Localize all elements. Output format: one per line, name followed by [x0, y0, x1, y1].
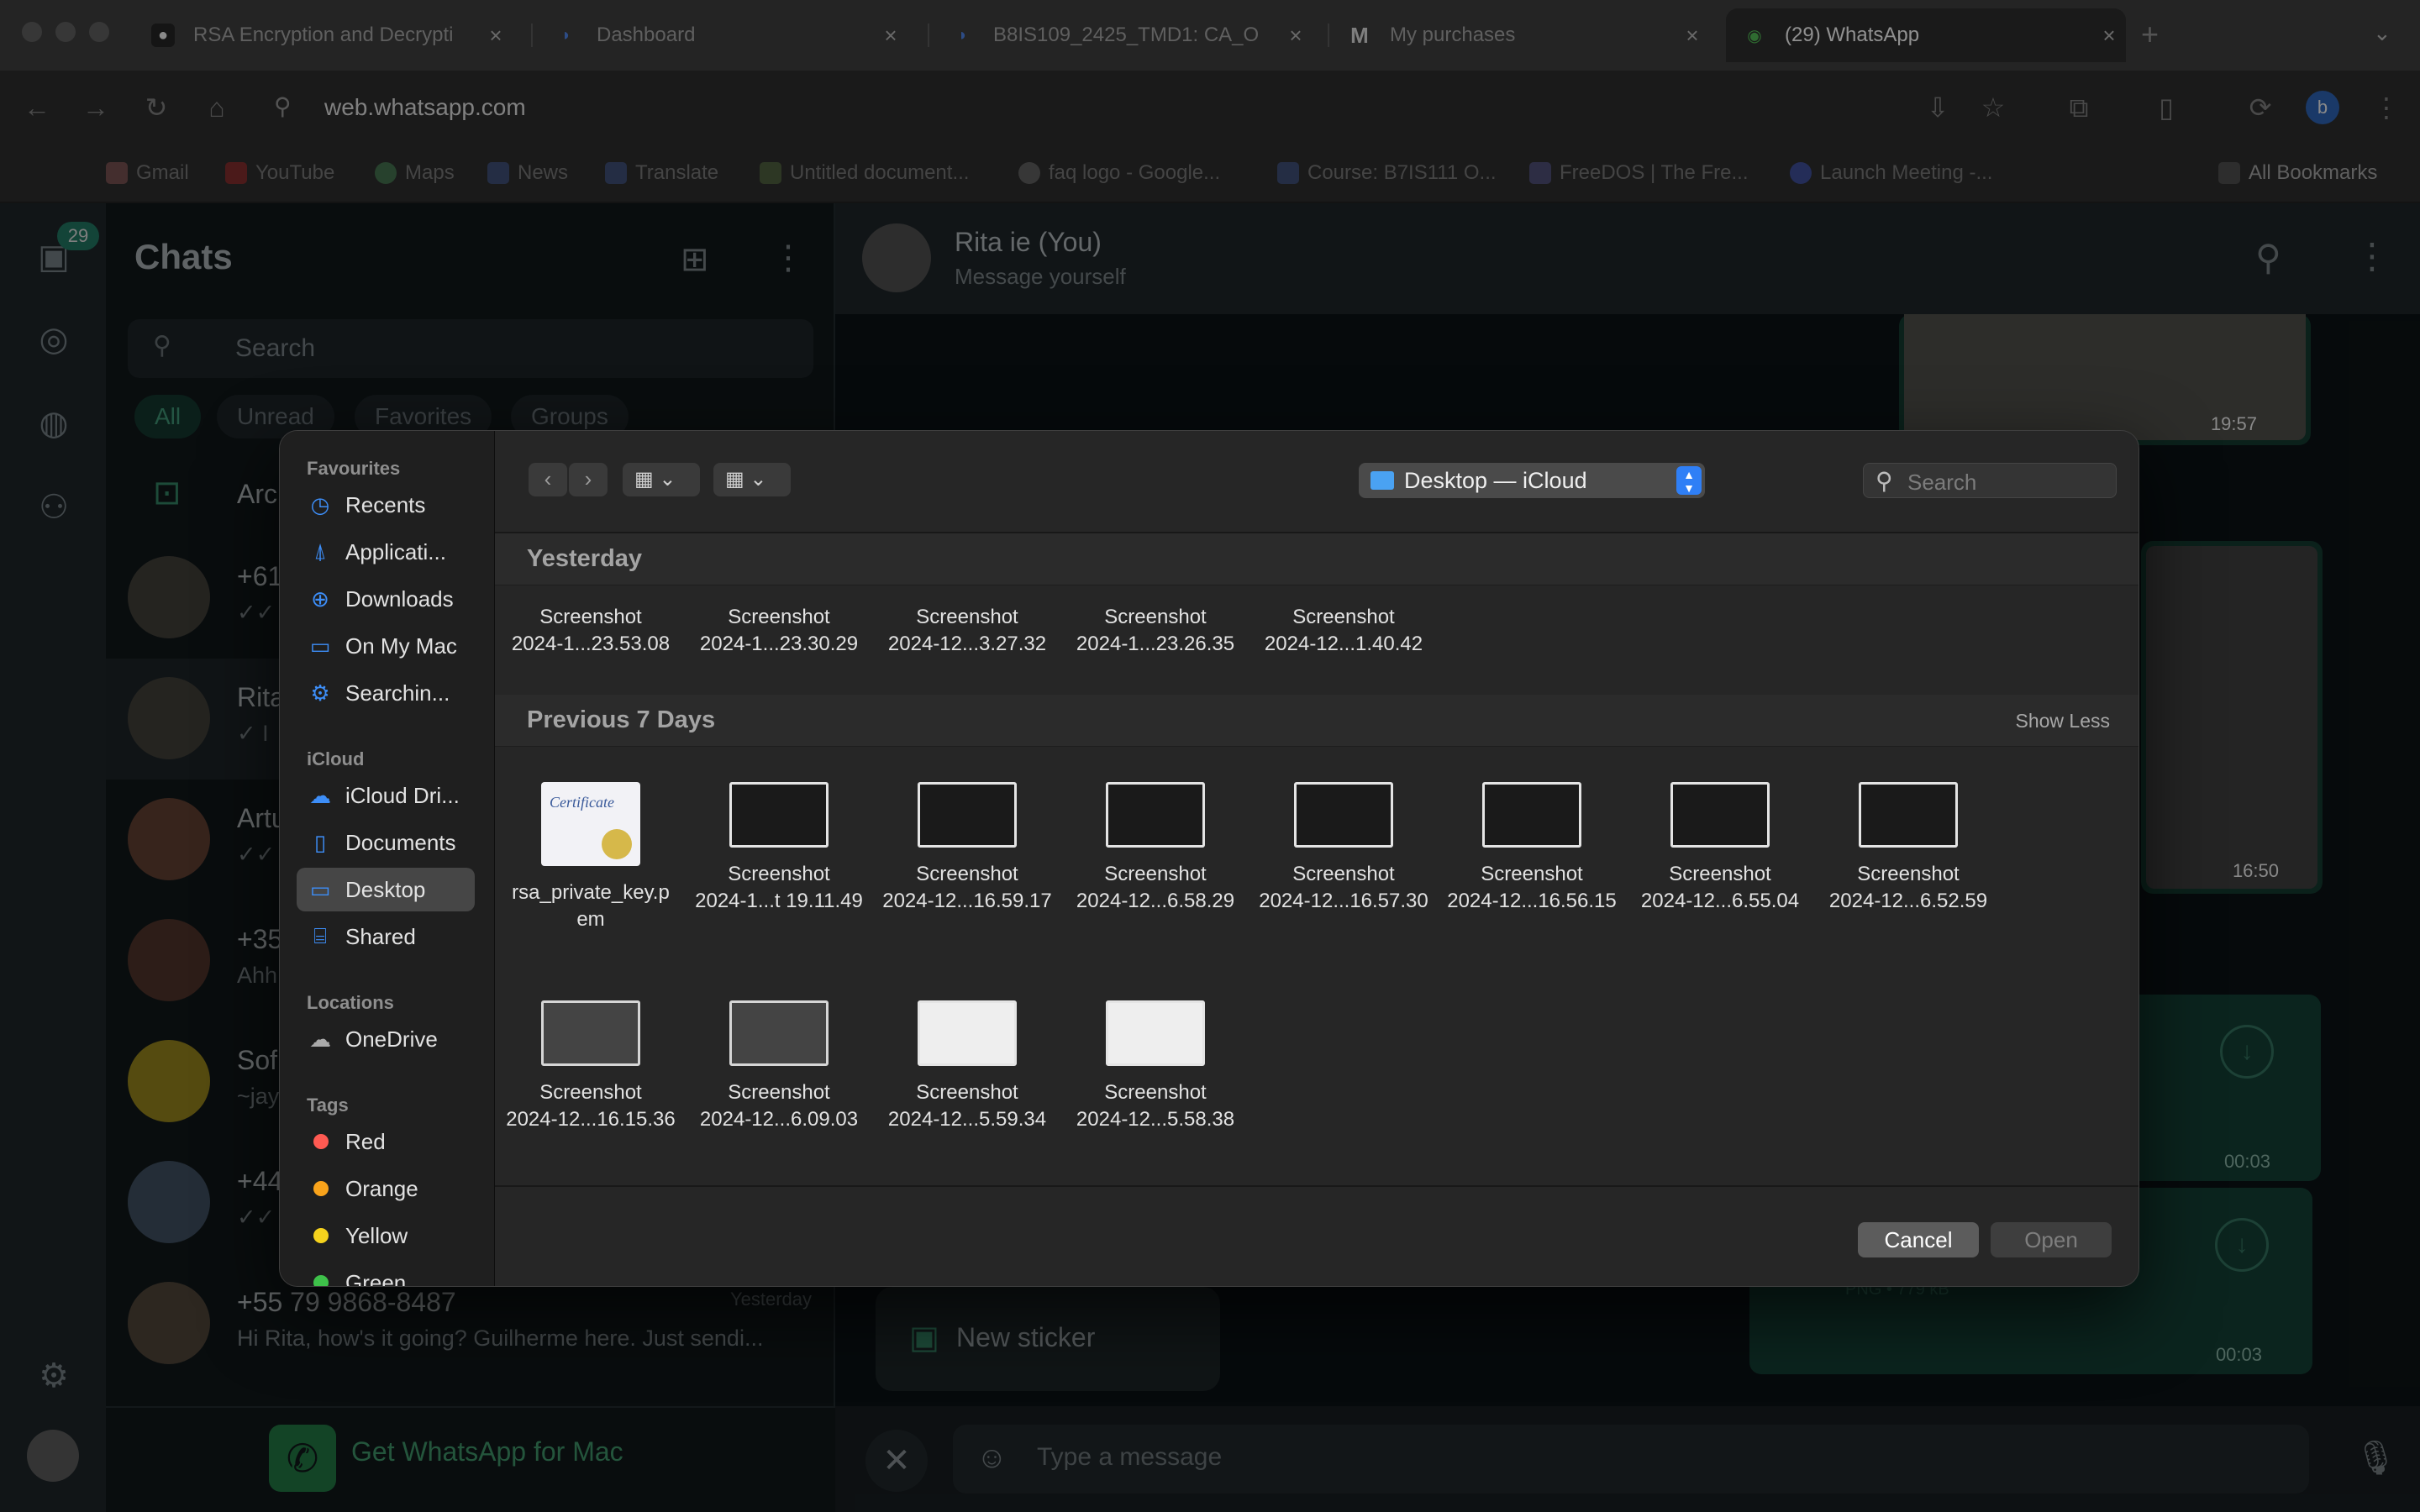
file-item[interactable]: Screenshot 2024-12...5.59.34: [876, 1000, 1058, 1133]
sidebar-item-icloud-drive[interactable]: ☁ iCloud Dri...: [297, 774, 475, 817]
screenshot-thumbnail: [1859, 782, 1958, 848]
file-open-dialog: Favourites ◷ Recents ⍋ Applicati... ⊕ Downl…: [279, 430, 2139, 1287]
show-less-button[interactable]: Show Less: [2015, 710, 2110, 732]
cancel-button[interactable]: Cancel: [1858, 1222, 1979, 1257]
desktop-icon: ▭: [309, 876, 331, 902]
file-item[interactable]: Screenshot 2024-12...1.40.42: [1253, 604, 1434, 658]
screenshot-thumbnail: [1106, 1000, 1205, 1066]
section-yesterday: Yesterday: [495, 533, 2139, 585]
tag-dot-icon: [313, 1181, 329, 1196]
sidebar-item-documents[interactable]: ▯ Documents: [297, 821, 475, 864]
view-mode-button[interactable]: ▦ ⌄: [623, 463, 700, 496]
screenshot-thumbnail: [1106, 782, 1205, 848]
file-item[interactable]: Screenshot 2024-1...23.53.08: [500, 604, 681, 658]
file-item[interactable]: Screenshot 2024-1...23.30.29: [688, 604, 870, 658]
sidebar-item-recents[interactable]: ◷ Recents: [297, 483, 475, 527]
apps-icon: ⍋: [313, 538, 327, 564]
file-item[interactable]: Screenshot 2024-12...5.58.38: [1065, 1000, 1246, 1133]
sidebar-tag-green[interactable]: Green: [297, 1261, 475, 1286]
screenshot-thumbnail: [729, 782, 829, 848]
sidebar-item-applications[interactable]: ⍋ Applicati...: [297, 530, 475, 574]
tag-dot-icon: [313, 1228, 329, 1243]
dialog-search-input[interactable]: ⚲ Search: [1863, 463, 2117, 498]
file-item[interactable]: Screenshot 2024-12...6.52.59: [1818, 782, 1999, 915]
screenshot-thumbnail: [729, 1000, 829, 1066]
sidebar-tag-red[interactable]: Red: [297, 1120, 475, 1163]
sidebar-tag-orange[interactable]: Orange: [297, 1167, 475, 1210]
sidebar-item-desktop[interactable]: ▭ Desktop: [297, 868, 475, 911]
folder-icon: [1370, 471, 1394, 490]
location-popup[interactable]: Desktop — iCloud ▲ ▼: [1359, 463, 1705, 498]
file-item[interactable]: Certificate rsa_private_key.p em: [500, 782, 681, 933]
dialog-footer: Cancel Open: [495, 1185, 2139, 1286]
screenshot-thumbnail: [918, 1000, 1017, 1066]
sidebar-item-shared[interactable]: ⌸ Shared: [297, 915, 475, 958]
sidebar-tag-yellow[interactable]: Yellow: [297, 1214, 475, 1257]
back-button[interactable]: ‹: [529, 463, 567, 496]
forward-button[interactable]: ›: [569, 463, 608, 496]
file-item[interactable]: Screenshot 2024-12...16.15.36: [500, 1000, 681, 1133]
sidebar-item-on-my-mac[interactable]: ▭ On My Mac: [297, 624, 475, 668]
clock-icon: ◷: [310, 491, 330, 517]
cloud-icon: ☁: [309, 782, 331, 808]
download-icon: ⊕: [311, 585, 329, 612]
file-item[interactable]: Screenshot 2024-12...16.59.17: [876, 782, 1058, 915]
screenshot-thumbnail: [1294, 782, 1393, 848]
group-by-button[interactable]: ▦ ⌄: [713, 463, 791, 496]
sidebar-item-onedrive[interactable]: ☁ OneDrive: [297, 1017, 475, 1061]
tag-dot-icon: [313, 1275, 329, 1286]
screenshot-thumbnail: [1482, 782, 1581, 848]
sidebar-item-searching[interactable]: ⚙ Searchin...: [297, 671, 475, 715]
folder-icon: ▭: [309, 633, 331, 659]
section-previous-7-days: Previous 7 Days Show Less: [495, 695, 2139, 747]
file-item[interactable]: Screenshot 2024-12...6.58.29: [1065, 782, 1246, 915]
doc-icon: ▯: [313, 829, 327, 855]
certificate-file-icon: Certificate: [541, 782, 640, 866]
tag-dot-icon: [313, 1134, 329, 1149]
open-button[interactable]: Open: [1991, 1222, 2112, 1257]
dialog-toolbar: ‹ › ▦ ⌄ ▦ ⌄ Desktop — iCloud ▲ ▼ ⚲ Search: [495, 431, 2139, 533]
chevron-updown-icon: ▲ ▼: [1676, 466, 1702, 495]
gear-icon: ⚙: [310, 680, 330, 706]
shared-folder-icon: ⌸: [313, 923, 327, 948]
file-item[interactable]: Screenshot 2024-12...6.55.04: [1629, 782, 1811, 915]
sidebar-item-downloads[interactable]: ⊕ Downloads: [297, 577, 475, 621]
screenshot-thumbnail: [918, 782, 1017, 848]
search-icon: ⚲: [1876, 468, 1893, 494]
file-item[interactable]: Screenshot 2024-12...6.09.03: [688, 1000, 870, 1133]
file-item[interactable]: Screenshot 2024-12...16.57.30: [1253, 782, 1434, 915]
file-item[interactable]: Screenshot 2024-1...t 19.11.49: [688, 782, 870, 915]
cloud-icon: ☁: [309, 1026, 331, 1052]
file-item[interactable]: Screenshot 2024-12...16.56.15: [1441, 782, 1623, 915]
file-item[interactable]: Screenshot 2024-1...23.26.35: [1065, 604, 1246, 658]
file-item[interactable]: Screenshot 2024-12...3.27.32: [876, 604, 1058, 658]
screenshot-thumbnail: [541, 1000, 640, 1066]
dialog-sidebar: Favourites ◷ Recents ⍋ Applicati... ⊕ Downl…: [280, 431, 495, 1286]
screenshot-thumbnail: [1670, 782, 1770, 848]
